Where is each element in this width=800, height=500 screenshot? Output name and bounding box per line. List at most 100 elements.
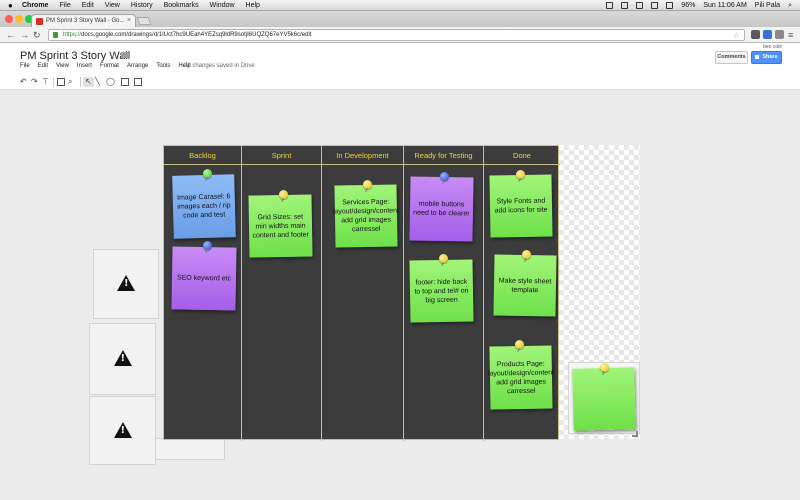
sticky-note-text: Grid Sizes: set min widths main content … [252, 213, 309, 239]
push-pin-icon [600, 363, 609, 372]
push-pin-icon [439, 254, 448, 263]
os-menu-view[interactable]: View [105, 0, 120, 11]
undo-icon[interactable]: ↶ [20, 77, 27, 87]
os-menu-chrome[interactable]: Chrome [22, 0, 48, 11]
sticky-note-text: SEO keyword etc [176, 274, 232, 283]
wifi-icon[interactable] [651, 2, 659, 9]
bookmark-star-icon[interactable]: ☆ [733, 30, 740, 41]
broken-image[interactable] [155, 438, 225, 460]
push-pin-icon [440, 172, 449, 181]
broken-image[interactable] [89, 323, 156, 395]
sticky-note-text: Products Page: layout/design/content add… [487, 360, 555, 395]
menu-icon[interactable]: ≡ [788, 29, 793, 41]
close-tab-icon[interactable]: × [127, 15, 131, 27]
extension-icon[interactable] [751, 30, 760, 39]
share-label: Share [762, 54, 778, 60]
drawings-favicon-icon [36, 18, 43, 25]
new-tab-button[interactable] [136, 17, 152, 25]
os-menu-list: Chrome File Edit View History Bookmarks … [22, 0, 260, 11]
warning-icon [117, 275, 135, 291]
column-divider [403, 146, 404, 441]
browser-tab[interactable]: PM Sprint 3 Story Wall - Go... × [31, 14, 136, 27]
select-tool-icon[interactable]: ↖ [83, 77, 94, 87]
push-pin-icon [522, 250, 531, 259]
resize-handle-icon[interactable] [632, 431, 638, 437]
column-divider [241, 146, 242, 441]
os-menu-bookmarks[interactable]: Bookmarks [164, 0, 199, 11]
broken-image[interactable] [89, 396, 156, 465]
os-menu-help[interactable]: Help [246, 0, 260, 11]
sticky-note[interactable]: Image Carasel: 6 images each / rip code … [172, 174, 236, 239]
volume-icon[interactable] [666, 2, 674, 9]
push-pin-icon [203, 169, 212, 178]
sticky-note[interactable]: Style Fonts and add icons for site [489, 174, 553, 238]
share-button[interactable]: Share [751, 51, 782, 64]
url-scheme: https:// [63, 32, 82, 38]
reload-icon[interactable]: ↻ [33, 29, 41, 41]
sticky-note[interactable]: mobile buttons need to be clearer [409, 176, 474, 242]
drawing-toolbar: ↶ ↷ ⊤ ⌕ ↖ ╲ ◯ [0, 74, 800, 90]
close-window-icon[interactable] [5, 15, 13, 23]
sticky-note[interactable]: Make style sheet template [493, 254, 557, 317]
address-bar[interactable]: https://docs.google.com/drawings/d/1IUct… [48, 29, 745, 41]
browser-tab-strip: PM Sprint 3 Story Wall - Go... × [0, 11, 800, 27]
sticky-note[interactable]: footer: hide back to top and tel# on big… [409, 259, 474, 323]
minimize-window-icon[interactable] [15, 15, 23, 23]
menu-arrange[interactable]: Arrange [127, 63, 148, 69]
menu-file[interactable]: File [20, 63, 30, 69]
sticky-note-text: Image Carasel: 6 images each / rip code … [177, 193, 231, 220]
menu-tools[interactable]: Tools [156, 63, 170, 69]
shape-tool-icon[interactable]: ◯ [106, 77, 115, 87]
fit-zoom-icon[interactable] [57, 78, 65, 86]
folder-icon[interactable] [121, 52, 129, 58]
column-header-done: Done [484, 146, 560, 165]
os-menu-history[interactable]: History [131, 0, 153, 11]
broken-image[interactable] [93, 249, 159, 319]
sticky-note[interactable]: SEO keyword etc [171, 246, 237, 311]
status-menu-icon[interactable] [621, 2, 629, 9]
battery-percent[interactable]: 96% [681, 0, 695, 11]
sticky-note-text: mobile buttons need to be clearer [413, 200, 470, 218]
back-arrow-icon[interactable]: ← [6, 29, 15, 41]
save-status: All changes saved in Drive [184, 63, 255, 69]
paint-format-icon[interactable]: ⊤ [42, 77, 49, 87]
clock[interactable]: Sun 11:06 AM [703, 0, 746, 11]
menu-view[interactable]: View [56, 63, 69, 69]
os-user-name[interactable]: Pili Pala [755, 0, 780, 11]
os-menu-edit[interactable]: Edit [82, 0, 94, 11]
redo-icon[interactable]: ↷ [31, 77, 38, 87]
line-tool-icon[interactable]: ╲ [95, 77, 100, 87]
os-menu-file[interactable]: File [59, 0, 70, 11]
browser-toolbar: ← → ↻ https://docs.google.com/drawings/d… [0, 27, 800, 43]
os-menu-window[interactable]: Window [210, 0, 235, 11]
image-icon[interactable] [134, 78, 142, 86]
blank-sticky-note[interactable] [572, 367, 636, 431]
zoom-icon[interactable]: ⌕ [68, 77, 72, 87]
menu-edit[interactable]: Edit [38, 63, 48, 69]
extension-icon[interactable] [763, 30, 772, 39]
bluetooth-icon[interactable] [636, 2, 644, 9]
extension-icon[interactable] [775, 30, 784, 39]
status-menu-icon[interactable] [606, 2, 614, 9]
comments-button[interactable]: Comments [715, 51, 748, 64]
sticky-note-text: Style Fonts and add icons for site [494, 197, 548, 215]
sticky-note[interactable]: Products Page: layout/design/content add… [487, 345, 555, 410]
apple-menu-icon[interactable]: ● [8, 0, 13, 11]
sticky-note[interactable]: Services Page: layout/design/content add… [333, 184, 399, 248]
push-pin-icon [279, 190, 288, 199]
doc-menu-bar: File Edit View Insert Format Arrange Too… [20, 63, 191, 69]
column-header-ready-for-testing: Ready for Testing [404, 146, 483, 165]
menu-format[interactable]: Format [100, 63, 119, 69]
spotlight-icon[interactable]: ⌕ [788, 0, 792, 11]
column-divider [321, 146, 322, 441]
push-pin-icon [515, 340, 524, 349]
forward-arrow-icon[interactable]: → [20, 29, 29, 41]
url-text: docs.google.com/drawings/d/1IUct7hc9UEah… [81, 32, 312, 38]
star-icon[interactable]: ☆ [109, 49, 118, 60]
text-box-icon[interactable] [121, 78, 129, 86]
sticky-note-text: Make style sheet template [498, 277, 552, 294]
account-name[interactable]: ben cole [763, 44, 782, 50]
menu-insert[interactable]: Insert [77, 63, 92, 69]
os-menubar: ● Chrome File Edit View History Bookmark… [0, 0, 800, 11]
sticky-note[interactable]: Grid Sizes: set min widths main content … [248, 194, 313, 258]
